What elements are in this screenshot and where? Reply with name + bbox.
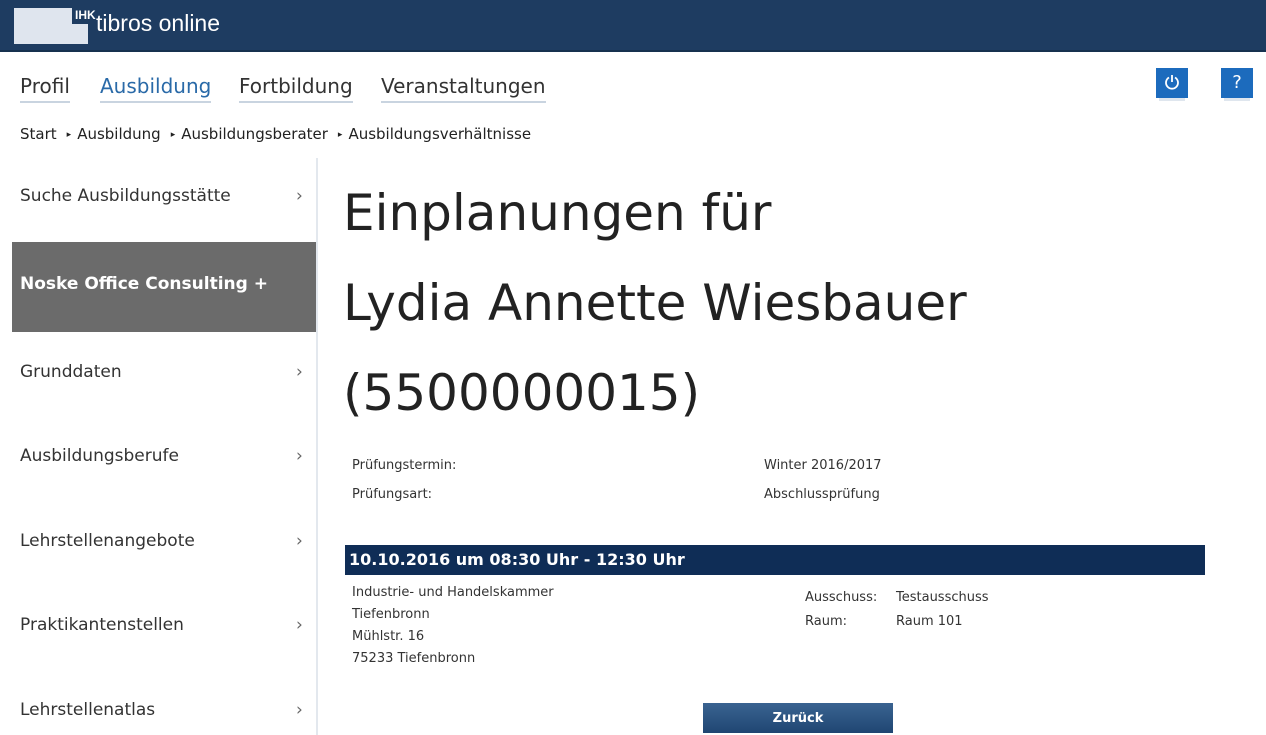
sidebar-item-ausbildungsberufe[interactable]: Ausbildungsberufe ›: [12, 418, 318, 498]
ihk-logo: IHK: [14, 8, 99, 44]
address-line: Tiefenbronn: [352, 607, 430, 622]
help-icon: ?: [1232, 72, 1242, 93]
raum-label: Raum:: [805, 614, 847, 629]
address-line: Mühlstr. 16: [352, 629, 425, 644]
breadcrumb-ausbildungsberater[interactable]: Ausbildungsberater: [181, 125, 328, 143]
info-value-pruefungstermin: Winter 2016/2017: [764, 458, 882, 473]
sidebar-item-noske-office-consulting[interactable]: Noske Office Consulting +: [12, 242, 318, 332]
termin-heading: 10.10.2016 um 08:30 Uhr - 12:30 Uhr: [345, 545, 1205, 575]
chevron-right-icon: ›: [296, 446, 303, 466]
help-button[interactable]: ?: [1221, 68, 1253, 98]
breadcrumb-start[interactable]: Start: [20, 125, 57, 143]
back-button[interactable]: Zurück: [703, 703, 893, 733]
termin-meta-values: Testausschuss Raum 101: [896, 586, 989, 634]
sidebar-item-lehrstellenatlas[interactable]: Lehrstellenatlas ›: [12, 672, 318, 735]
address-line: Industrie- und Handelskammer: [352, 585, 554, 600]
nav-fortbildung[interactable]: Fortbildung: [239, 74, 353, 103]
sidebar-item-label: Praktikantenstellen: [20, 615, 184, 635]
sidebar-item-lehrstellenangebote[interactable]: Lehrstellenangebote ›: [12, 503, 318, 583]
info-value-pruefungsart: Abschlussprüfung: [764, 487, 880, 502]
power-icon: [1165, 75, 1179, 90]
address-line: 75233 Tiefenbronn: [352, 651, 476, 666]
sidebar-item-label: Ausbildungsberufe: [20, 446, 179, 466]
sidebar-item-label: Suche Ausbildungsstätte: [20, 186, 231, 206]
breadcrumb-separator-icon: ▸: [170, 130, 176, 140]
logo-text: IHK: [72, 8, 99, 24]
ausschuss-value: Testausschuss: [896, 590, 989, 605]
breadcrumb: Start ▸ Ausbildung ▸ Ausbildungsberater ▸ Ausb…: [20, 125, 531, 143]
sidebar-item-suche-ausbildungsstaette[interactable]: Suche Ausbildungsstätte ›: [12, 158, 318, 238]
sidebar-item-label: Grunddaten: [20, 362, 122, 382]
ausschuss-label: Ausschuss:: [805, 590, 878, 605]
nav-veranstaltungen[interactable]: Veranstaltungen: [381, 74, 546, 103]
breadcrumb-ausbildung[interactable]: Ausbildung: [77, 125, 161, 143]
logout-button[interactable]: [1156, 68, 1188, 98]
top-bar: IHK tibros online: [0, 0, 1266, 52]
nav-ausbildung[interactable]: Ausbildung: [100, 74, 212, 103]
chevron-right-icon: ›: [296, 700, 303, 720]
breadcrumb-separator-icon: ▸: [337, 130, 343, 140]
sidebar-item-label: Lehrstellenangebote: [20, 531, 195, 551]
page-title-name: Lydia Annette Wiesbauer: [343, 274, 967, 332]
termin-address: Industrie- und Handelskammer Tiefenbronn…: [352, 582, 554, 670]
termin-meta-labels: Ausschuss: Raum:: [805, 586, 877, 634]
app-title: tibros online: [96, 10, 221, 36]
nav-profil[interactable]: Profil: [20, 74, 70, 103]
chevron-right-icon: ›: [296, 362, 303, 382]
raum-value: Raum 101: [896, 614, 963, 629]
sidebar-item-praktikantenstellen[interactable]: Praktikantenstellen ›: [12, 587, 318, 667]
page-title: Einplanungen für Lydia Annette Wiesbauer…: [343, 168, 967, 438]
chevron-right-icon: ›: [296, 186, 303, 206]
sidebar-item-label: Noske Office Consulting +: [20, 274, 268, 294]
sidebar-item-label: Lehrstellenatlas: [20, 700, 156, 720]
chevron-right-icon: ›: [296, 615, 303, 635]
breadcrumb-separator-icon: ▸: [66, 130, 72, 140]
sidebar-divider: [316, 158, 318, 735]
sidebar-item-grunddaten[interactable]: Grunddaten ›: [12, 334, 318, 414]
page-title-line: Einplanungen für: [343, 184, 772, 242]
page-title-id: (5500000015): [343, 364, 701, 422]
info-label-pruefungstermin: Prüfungstermin:: [352, 458, 457, 473]
info-label-pruefungsart: Prüfungsart:: [352, 487, 433, 502]
chevron-right-icon: ›: [296, 531, 303, 551]
breadcrumb-ausbildungsverhaeltnisse[interactable]: Ausbildungsverhältnisse: [348, 125, 531, 143]
